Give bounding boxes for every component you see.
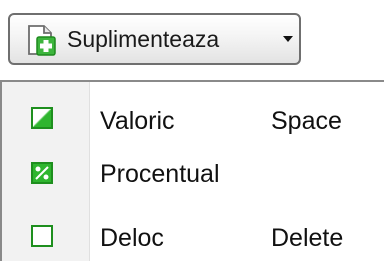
dropdown-menu: Valoric Space Procentual Deloc Delete	[0, 80, 384, 261]
menu-item-valoric[interactable]: Valoric Space	[0, 96, 384, 148]
percent-square-icon	[31, 162, 53, 184]
menu-item-label: Procentual	[100, 160, 220, 188]
empty-square-icon	[31, 225, 53, 247]
menu-item-shortcut: Delete	[271, 224, 344, 252]
suplimenteaza-dropdown-button[interactable]: Suplimenteaza	[8, 13, 301, 65]
menu-item-procentual[interactable]: Procentual	[0, 154, 384, 206]
menu-item-label: Valoric	[100, 107, 175, 135]
document-add-icon	[28, 25, 56, 56]
menu-item-shortcut: Space	[271, 107, 342, 135]
chevron-down-icon	[283, 36, 293, 42]
button-label: Suplimenteaza	[67, 26, 220, 52]
menu-item-label: Deloc	[100, 224, 164, 252]
half-filled-square-icon	[31, 107, 53, 129]
menu-item-deloc[interactable]: Deloc Delete	[0, 212, 384, 264]
